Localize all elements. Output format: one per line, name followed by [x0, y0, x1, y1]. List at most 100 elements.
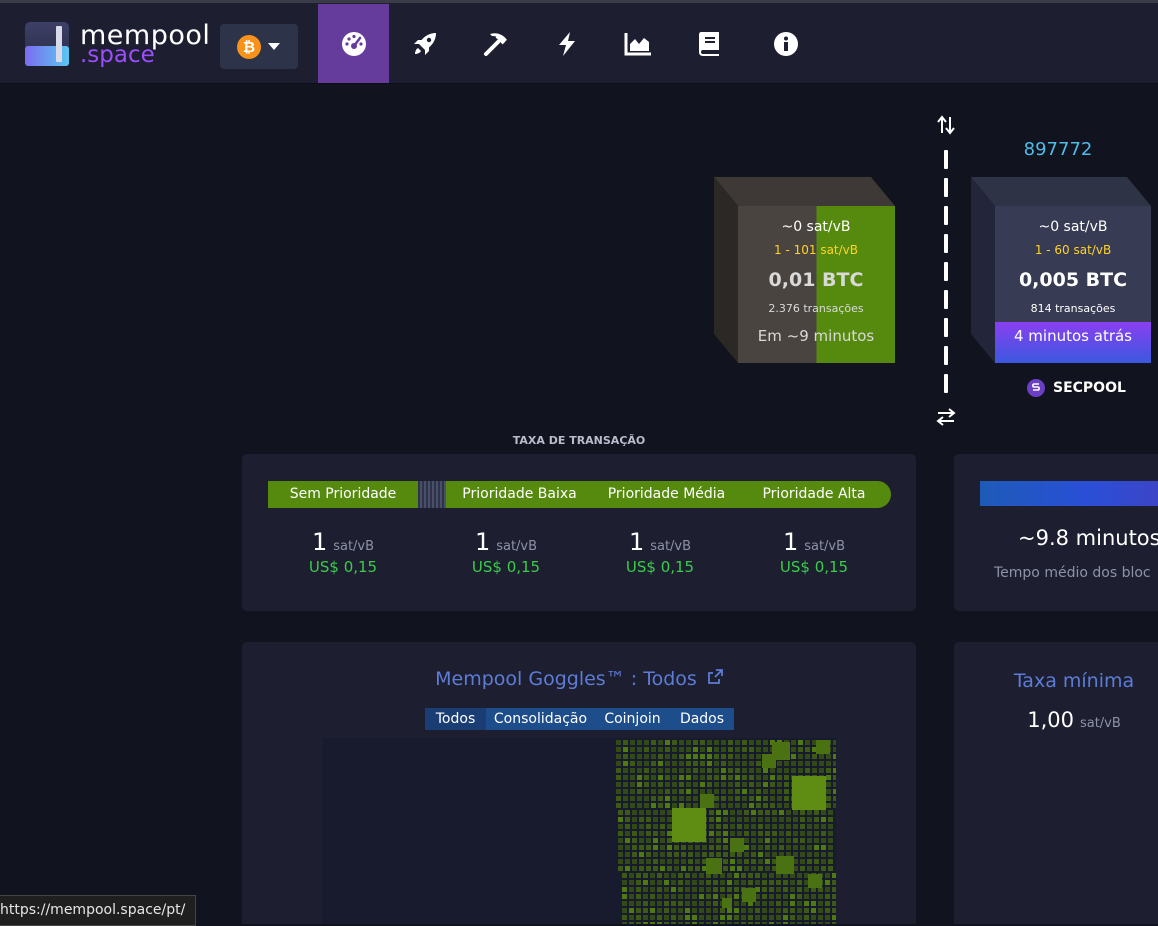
goggles-tx-square	[826, 796, 831, 801]
goggles-tx-square	[623, 796, 628, 801]
goggles-tx-square	[667, 852, 672, 857]
goggles-tx-square	[735, 803, 740, 808]
mined-block[interactable]: ~0 sat/vB 1 - 60 sat/vB 0,005 BTC 814 tr…	[971, 177, 1151, 363]
goggles-tx-square	[763, 740, 768, 745]
goggles-tx-square	[723, 859, 728, 864]
goggles-tx-square	[674, 845, 679, 850]
goggles-tx-square	[769, 873, 774, 878]
goggles-tx-square	[797, 901, 802, 906]
filter-coinjoin-button[interactable]: Coinjoin	[595, 708, 670, 730]
goggles-tx-square	[742, 789, 747, 794]
goggles-tx-square	[756, 803, 761, 808]
nav-about[interactable]	[750, 4, 821, 83]
goggles-tx-square	[700, 761, 705, 766]
goggles-tx-square	[742, 803, 747, 808]
goggles-tx-square	[630, 754, 635, 759]
goggles-tx-square	[723, 824, 728, 829]
nav-mining[interactable]	[460, 4, 531, 83]
fees-heading: TAXA DE TRANSAÇÃO	[512, 434, 646, 447]
swap-vertical-icon[interactable]	[936, 115, 956, 135]
nav-graphs[interactable]	[602, 4, 673, 83]
goggles-tx-square	[828, 824, 833, 829]
goggles-tx-square	[639, 845, 644, 850]
goggles-tx-square	[790, 915, 795, 920]
goggles-tx-square	[699, 894, 704, 899]
goggles-tx-square	[678, 908, 683, 913]
goggles-tx-square	[650, 873, 655, 878]
fee-label-medium: Prioridade Média	[607, 486, 726, 502]
goggles-tx-square	[721, 775, 726, 780]
goggles-tx-square	[646, 817, 651, 822]
goggles-tx-square	[664, 880, 669, 885]
goggles-tx-square	[818, 908, 823, 913]
goggles-title: Mempool Goggles™ : Todos	[435, 668, 697, 690]
mempool-logo[interactable]: mempool .space	[25, 20, 210, 70]
goggles-tx-square	[765, 838, 770, 843]
bolt-icon	[558, 31, 575, 56]
filter-data-button[interactable]: Dados	[670, 708, 734, 730]
goggles-tx-square	[756, 754, 761, 759]
goggles-tx-square	[653, 838, 658, 843]
goggles-tx-square	[821, 859, 826, 864]
goggles-tx-square	[714, 796, 719, 801]
goggles-tx-square	[637, 747, 642, 752]
divider-dash	[944, 150, 948, 169]
goggles-tx-square	[651, 789, 656, 794]
pickaxe-icon	[483, 32, 507, 56]
goggles-tx-square	[749, 803, 754, 808]
swap-horizontal-icon[interactable]	[936, 407, 956, 427]
goggles-tx-square	[758, 824, 763, 829]
nav-docs[interactable]	[673, 4, 744, 83]
goggles-tx-square	[637, 796, 642, 801]
goggles-tx-square	[625, 859, 630, 864]
goggles-tx-square	[686, 747, 691, 752]
goggles-tx-square	[699, 908, 704, 913]
goggles-tx-square-large	[816, 740, 830, 754]
goggles-tx-square	[807, 845, 812, 850]
goggles-tx-square	[667, 817, 672, 822]
nav-lightning[interactable]	[531, 4, 602, 83]
goggles-tx-square	[735, 789, 740, 794]
goggles-tx-square	[744, 866, 749, 871]
goggles-tx-square	[728, 789, 733, 794]
block-height-link[interactable]: 897772	[995, 139, 1121, 160]
mempool-block[interactable]: ~0 sat/vB 1 - 101 sat/vB 0,01 BTC 2.376 …	[714, 177, 895, 363]
goggles-tx-square	[730, 852, 735, 857]
goggles-tx-square	[679, 740, 684, 745]
goggles-title-link[interactable]: Mempool Goggles™ : Todos	[242, 668, 916, 690]
goggles-tx-square	[784, 789, 789, 794]
fee-value-high: 1 sat/vB US$ 0,15	[739, 528, 889, 576]
goggles-tx-square	[625, 845, 630, 850]
goggles-tx-square	[653, 817, 658, 822]
goggles-tx-square	[651, 747, 656, 752]
goggles-tx-square	[693, 740, 698, 745]
goggles-tx-square	[636, 915, 641, 920]
goggles-tx-square	[730, 817, 735, 822]
filter-all-button[interactable]: Todos	[425, 708, 486, 730]
filter-consolidation-button[interactable]: Consolidação	[486, 708, 595, 730]
nav-dashboard[interactable]	[318, 4, 389, 83]
goggles-tx-square	[665, 775, 670, 780]
goggles-tx-square	[688, 859, 693, 864]
goggles-tx-square	[735, 796, 740, 801]
goggles-tx-square	[825, 894, 830, 899]
network-selector-button[interactable]: ₿	[220, 24, 298, 69]
goggles-tx-square	[707, 789, 712, 794]
nav-accelerate[interactable]	[389, 4, 460, 83]
goggles-tx-square-large	[730, 838, 744, 852]
goggles-tx-square	[749, 768, 754, 773]
min-fee-value: 1,00	[1027, 708, 1074, 732]
goggles-canvas[interactable]	[322, 738, 836, 924]
goggles-tx-square	[714, 782, 719, 787]
goggles-block-visualization	[616, 740, 836, 924]
goggles-tx-square	[672, 761, 677, 766]
goggles-tx-square	[707, 775, 712, 780]
goggles-tx-square	[730, 824, 735, 829]
goggles-tx-square	[618, 824, 623, 829]
goggles-tx-square	[622, 915, 627, 920]
mining-pool-link[interactable]: SECPOOL	[1026, 378, 1126, 398]
goggles-tx-square	[737, 810, 742, 815]
goggles-tx-square	[762, 887, 767, 892]
external-link-icon	[707, 669, 723, 684]
goggles-tx-square	[671, 915, 676, 920]
